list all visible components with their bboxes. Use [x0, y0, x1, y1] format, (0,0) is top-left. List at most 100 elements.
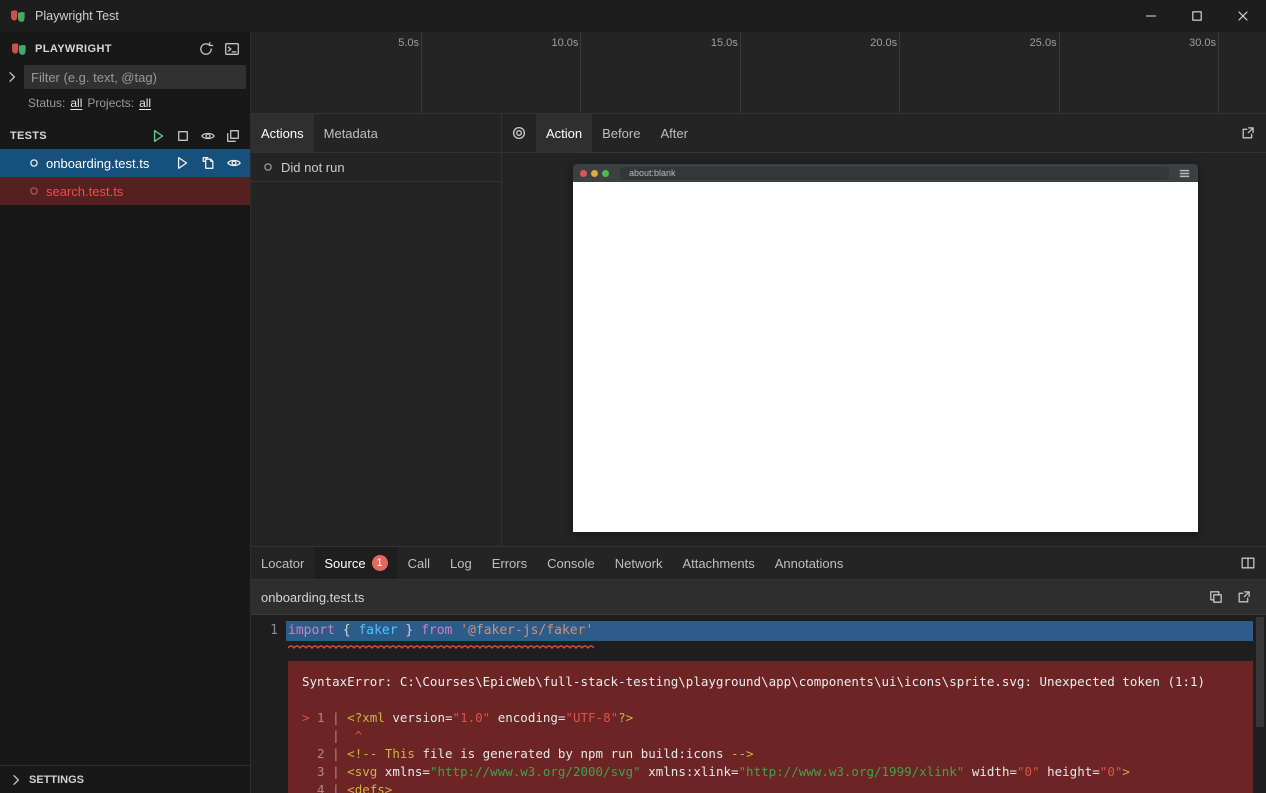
- reload-tests-icon[interactable]: [198, 41, 214, 57]
- main-content: 5.0s10.0s15.0s20.0s25.0s30.0s ActionsMet…: [251, 32, 1266, 793]
- tab-label: Errors: [492, 556, 527, 571]
- did-not-run-label: Did not run: [281, 160, 345, 175]
- tab-label: Locator: [261, 556, 304, 571]
- status-filter-row: Status: all Projects: all: [0, 90, 250, 114]
- status-circle-icon: [263, 162, 273, 172]
- minimize-button[interactable]: [1128, 0, 1174, 32]
- source-file-name: onboarding.test.ts: [261, 590, 364, 605]
- tab-label: Attachments: [682, 556, 754, 571]
- status-filter-all[interactable]: all: [70, 96, 82, 110]
- timeline-tick: 20.0s: [899, 32, 900, 113]
- traffic-light-minimize-icon: [591, 170, 598, 177]
- action-list-empty-item: Did not run: [251, 153, 501, 182]
- settings-section[interactable]: SETTINGS: [0, 765, 250, 793]
- watch-all-icon[interactable]: [200, 128, 216, 144]
- sidebar-header: PLAYWRIGHT: [0, 34, 250, 64]
- playwright-logo-icon: [9, 7, 27, 25]
- tab-action[interactable]: Action: [536, 114, 592, 152]
- test-row-search.test.ts[interactable]: search.test.ts: [0, 177, 250, 205]
- playwright-test-window: Playwright Test PLAYWRIGHT Status: all: [0, 0, 1266, 793]
- scrollbar-thumb[interactable]: [1256, 617, 1264, 727]
- tab-actions[interactable]: Actions: [251, 114, 314, 152]
- error-frame-line: 2 | <!-- This file is generated by npm r…: [302, 745, 1239, 763]
- maximize-button[interactable]: [1174, 0, 1220, 32]
- timeline-tick-label: 20.0s: [870, 37, 897, 49]
- snapshot-area: about:blank: [502, 153, 1266, 546]
- traffic-light-maximize-icon: [602, 170, 609, 177]
- tab-errors[interactable]: Errors: [482, 547, 537, 579]
- window-title: Playwright Test: [35, 9, 1128, 23]
- timeline-tick-label: 25.0s: [1030, 37, 1057, 49]
- tab-source[interactable]: Source1: [314, 547, 397, 579]
- test-row-onboarding.test.ts[interactable]: onboarding.test.ts: [0, 149, 250, 177]
- source-toolbar: onboarding.test.ts: [251, 580, 1266, 615]
- sidebar: PLAYWRIGHT Status: all Projects: all TES…: [0, 32, 251, 793]
- copy-file-icon[interactable]: [200, 155, 216, 171]
- tab-label: Before: [602, 126, 640, 141]
- tests-header: TESTS: [0, 123, 250, 149]
- line-number: 1: [251, 621, 286, 641]
- titlebar: Playwright Test: [0, 0, 1266, 32]
- timeline-tick-label: 10.0s: [551, 37, 578, 49]
- test-file-name: search.test.ts: [46, 184, 123, 199]
- test-status-icon: [29, 158, 39, 168]
- projects-filter-all[interactable]: all: [139, 96, 151, 110]
- close-button[interactable]: [1220, 0, 1266, 32]
- collapse-all-icon[interactable]: [225, 128, 241, 144]
- tab-label: Annotations: [775, 556, 844, 571]
- toggle-output-icon[interactable]: [224, 41, 240, 57]
- minimize-icon: [1143, 8, 1159, 24]
- traffic-light-close-icon: [580, 170, 587, 177]
- details-panel: Locator Source1Call Log Errors ConsoleNetwor…: [251, 547, 1266, 793]
- error-frame-line: | ^: [302, 727, 1239, 745]
- test-row-actions: [174, 155, 242, 171]
- tab-log[interactable]: Log: [440, 547, 482, 579]
- tab-attachments[interactable]: Attachments: [672, 547, 764, 579]
- run-test-icon[interactable]: [174, 155, 190, 171]
- chevron-right-icon[interactable]: [2, 69, 22, 85]
- source-code-line: 1import { faker } from '@faker-js/faker': [251, 621, 1266, 641]
- projects-label: Projects:: [87, 96, 134, 110]
- tests-title: TESTS: [10, 130, 150, 142]
- watch-test-icon[interactable]: [226, 155, 242, 171]
- error-frame-line: > 1 | <?xml version="1.0" encoding="UTF-…: [302, 709, 1239, 727]
- tab-network[interactable]: Network: [605, 547, 673, 579]
- copy-source-icon[interactable]: [1208, 589, 1224, 605]
- timeline[interactable]: 5.0s10.0s15.0s20.0s25.0s30.0s: [251, 32, 1266, 114]
- filter-input[interactable]: [24, 65, 246, 89]
- error-message: SyntaxError: C:\Courses\EpicWeb\full-sta…: [302, 673, 1239, 691]
- browser-tab: about:blank: [620, 167, 1169, 180]
- tab-before[interactable]: Before: [592, 114, 650, 152]
- status-label: Status:: [28, 96, 65, 110]
- test-file-name: onboarding.test.ts: [46, 156, 149, 171]
- tab-label: Log: [450, 556, 472, 571]
- open-snapshot-external-icon[interactable]: [1240, 125, 1256, 141]
- actions-panel: Actions Metadata Did not run: [251, 114, 502, 546]
- tab-annotations[interactable]: Annotations: [765, 547, 854, 579]
- source-line-content: import { faker } from '@faker-js/faker': [286, 621, 1253, 641]
- pick-locator-icon[interactable]: [511, 125, 527, 141]
- tab-label: Metadata: [324, 126, 378, 141]
- error-frame-line: 4 | <defs>: [302, 781, 1239, 793]
- open-source-external-icon[interactable]: [1236, 589, 1252, 605]
- error-frame-line: 3 | <svg xmlns="http://www.w3.org/2000/s…: [302, 763, 1239, 781]
- tab-locator[interactable]: Locator: [251, 547, 314, 579]
- tab-after[interactable]: After: [650, 114, 697, 152]
- browser-menu-icon[interactable]: [1178, 167, 1191, 180]
- tab-label: Actions: [261, 126, 304, 141]
- syntax-error-block: SyntaxError: C:\Courses\EpicWeb\full-sta…: [288, 661, 1253, 793]
- tab-call[interactable]: Call: [398, 547, 440, 579]
- run-all-icon[interactable]: [150, 128, 166, 144]
- browser-preview: about:blank: [573, 164, 1198, 532]
- tab-metadata[interactable]: Metadata: [314, 114, 388, 152]
- timeline-tick: 10.0s: [580, 32, 581, 113]
- error-count-badge: 1: [372, 555, 388, 571]
- sidebar-title: PLAYWRIGHT: [35, 43, 191, 55]
- playwright-logo-icon: [10, 40, 28, 58]
- timeline-tick: 25.0s: [1059, 32, 1060, 113]
- split-view-icon[interactable]: [1240, 555, 1256, 571]
- stop-icon[interactable]: [175, 128, 191, 144]
- tab-console[interactable]: Console: [537, 547, 605, 579]
- timeline-tick: 15.0s: [740, 32, 741, 113]
- timeline-tick: 30.0s: [1218, 32, 1219, 113]
